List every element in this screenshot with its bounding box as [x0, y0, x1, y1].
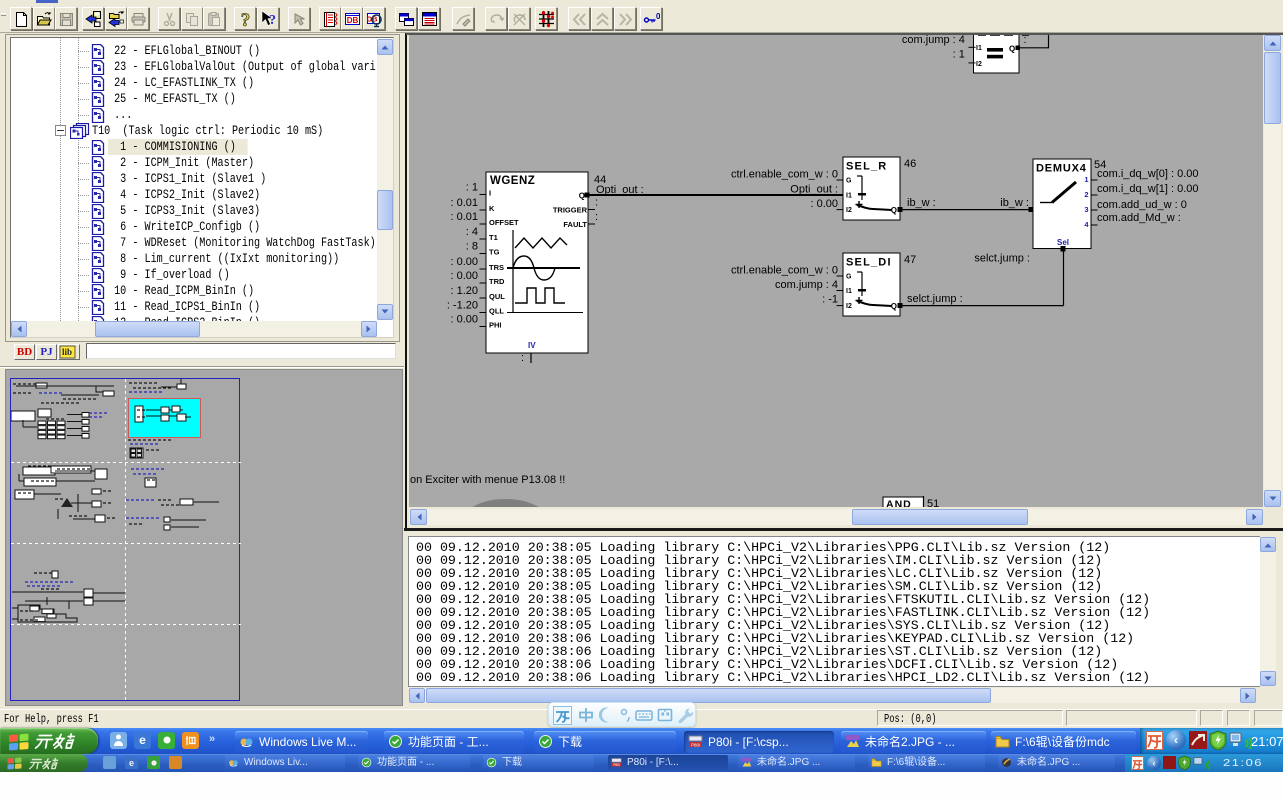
- svg-text:46: 46: [904, 158, 916, 170]
- svg-text:PHI: PHI: [489, 321, 502, 330]
- svg-text:I2: I2: [846, 207, 852, 214]
- svg-text:I2: I2: [976, 61, 982, 68]
- svg-text:T1: T1: [489, 233, 498, 242]
- svg-text:: 0.00: : 0.00: [810, 198, 838, 210]
- svg-text:: 0.00: : 0.00: [450, 314, 478, 326]
- svg-text:FAULT: FAULT: [563, 220, 587, 229]
- svg-text:G: G: [846, 178, 852, 185]
- svg-text:Q: Q: [891, 206, 897, 215]
- svg-text:TRIGGER: TRIGGER: [553, 206, 588, 215]
- svg-text:WGENZ: WGENZ: [490, 175, 535, 187]
- svg-text:I2: I2: [846, 303, 852, 310]
- svg-text:DB: DB: [347, 16, 359, 25]
- svg-text:AND: AND: [886, 499, 912, 508]
- svg-text:QUL: QUL: [489, 292, 505, 301]
- svg-text:Sel: Sel: [1057, 238, 1069, 247]
- svg-text:I1: I1: [846, 288, 852, 295]
- svg-text:selct.jump :: selct.jump :: [974, 253, 1030, 265]
- svg-text:: -1.20: : -1.20: [447, 300, 478, 312]
- svg-text:Opti_out :: Opti_out :: [596, 184, 644, 196]
- svg-text::: :: [595, 211, 598, 223]
- svg-text:com.i_dq_w[0] : 0.00: com.i_dq_w[0] : 0.00: [1097, 168, 1199, 180]
- svg-text:3: 3: [1084, 205, 1088, 214]
- svg-text:DEMUX4: DEMUX4: [1036, 163, 1087, 175]
- svg-text:ib_w :: ib_w :: [907, 197, 936, 209]
- svg-text:IV: IV: [528, 341, 536, 350]
- svg-text:Q: Q: [891, 302, 897, 311]
- svg-text:Q: Q: [579, 192, 585, 201]
- svg-text:: 1: : 1: [466, 182, 478, 194]
- svg-text:: 0.01: : 0.01: [450, 197, 478, 209]
- svg-text:: 0.00: : 0.00: [450, 270, 478, 282]
- svg-text::: :: [595, 197, 598, 209]
- svg-text:I1: I1: [846, 193, 852, 200]
- svg-text::: :: [521, 352, 524, 364]
- svg-text:TG: TG: [489, 248, 500, 257]
- svg-text:SEL_R: SEL_R: [846, 161, 887, 173]
- svg-text:?: ?: [241, 11, 251, 28]
- svg-text:?: ?: [269, 13, 276, 28]
- svg-text:0: 0: [656, 12, 660, 21]
- svg-text:selct.jump :: selct.jump :: [907, 293, 963, 305]
- svg-text:: 1: : 1: [953, 49, 965, 61]
- svg-text:SEL_DI: SEL_DI: [846, 257, 892, 269]
- svg-text:com.jump : 4: com.jump : 4: [775, 279, 838, 291]
- svg-text:Opti_out :: Opti_out :: [790, 184, 838, 196]
- svg-text:TRS: TRS: [489, 263, 504, 272]
- svg-text:ib_w :: ib_w :: [1000, 197, 1029, 209]
- svg-text:com.add_Md_w :: com.add_Md_w :: [1097, 212, 1181, 224]
- svg-text:: -1: : -1: [822, 294, 838, 306]
- svg-text:TRD: TRD: [489, 277, 505, 286]
- svg-text:ctrl.enable_com_w : 0: ctrl.enable_com_w : 0: [731, 265, 838, 277]
- svg-text::: :: [1024, 35, 1027, 46]
- svg-text:: 0.01: : 0.01: [450, 211, 478, 223]
- svg-text:on Exciter with menue P13.08 !: on Exciter with menue P13.08 !!: [410, 474, 565, 486]
- svg-text:: 8: : 8: [466, 241, 478, 253]
- svg-text:51: 51: [927, 498, 939, 507]
- svg-text:OFFSET: OFFSET: [489, 218, 519, 227]
- svg-text:: 4: : 4: [466, 226, 478, 238]
- svg-text:1: 1: [1084, 175, 1088, 184]
- svg-text:P80i: P80i: [691, 743, 700, 748]
- svg-text:QLL: QLL: [489, 307, 504, 316]
- svg-text:I: I: [489, 189, 491, 198]
- svg-text:47: 47: [904, 254, 916, 266]
- svg-text:G: G: [846, 274, 852, 281]
- svg-text:I1: I1: [976, 45, 982, 52]
- svg-text:: 1.20: : 1.20: [450, 285, 478, 297]
- svg-text:K: K: [489, 204, 495, 213]
- svg-text:com.jump : 4: com.jump : 4: [902, 35, 965, 46]
- svg-text:P80i: P80i: [613, 763, 620, 767]
- svg-text:lib: lib: [62, 347, 72, 357]
- svg-text:2: 2: [1084, 190, 1088, 199]
- svg-text:com.add_ud_w : 0: com.add_ud_w : 0: [1097, 199, 1187, 211]
- svg-text:: 0.00: : 0.00: [450, 256, 478, 268]
- svg-text:Q: Q: [1009, 45, 1015, 54]
- svg-text:com.i_dq_w[1] : 0.00: com.i_dq_w[1] : 0.00: [1097, 183, 1199, 195]
- svg-text:ctrl.enable_com_w : 0: ctrl.enable_com_w : 0: [731, 169, 838, 181]
